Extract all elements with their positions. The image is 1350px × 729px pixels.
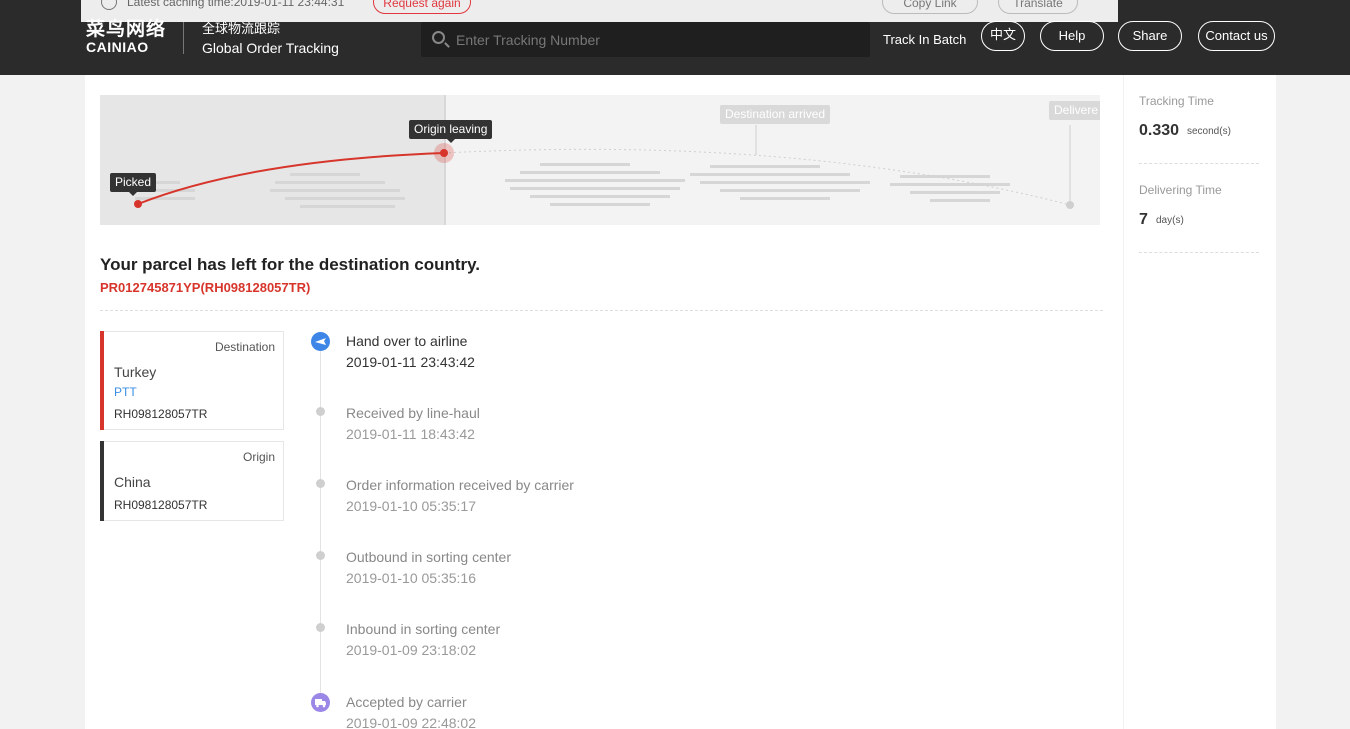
destination-type-label: Destination: [214, 340, 275, 354]
timeline-dot: [316, 479, 325, 488]
tracking-number: PR012745871YP(RH098128057TR): [100, 280, 311, 295]
tracking-number-input[interactable]: [456, 22, 856, 57]
timeline-event-title: Order information received by carrier: [346, 477, 574, 493]
logo-english: CAINIAO: [86, 39, 149, 55]
delivered-point: [1066, 201, 1074, 209]
picked-point: [134, 200, 142, 208]
language-button[interactable]: 中文: [981, 21, 1025, 51]
search-icon[interactable]: [432, 31, 445, 44]
copy-link-button[interactable]: Copy Link: [882, 0, 978, 14]
share-button[interactable]: Share: [1118, 21, 1182, 51]
timeline-event-title: Accepted by carrier: [346, 694, 467, 710]
cache-notice-bar: Latest caching time:2019-01-11 23:44:31 …: [81, 0, 1118, 22]
timeline-event-title: Hand over to airline: [346, 333, 468, 349]
timeline-dot: [316, 623, 325, 632]
request-again-button[interactable]: Request again: [373, 0, 471, 14]
origin-type-label: Origin: [242, 450, 275, 464]
timeline-event-time: 2019-01-10 05:35:16: [346, 570, 476, 586]
timeline-event-time: 2019-01-11 18:43:42: [346, 426, 475, 442]
timeline-event-title: Received by line-haul: [346, 405, 480, 421]
origin-accent-bar: [100, 441, 104, 521]
tracking-time-label: Tracking Time: [1139, 94, 1214, 108]
destination-carrier-link[interactable]: PTT: [114, 385, 137, 399]
destination-card: Destination Turkey PTT RH098128057TR: [100, 331, 284, 430]
translate-button[interactable]: Translate: [998, 0, 1078, 14]
contact-us-button[interactable]: Contact us: [1198, 21, 1275, 51]
plane-icon: [311, 332, 330, 351]
origin-number: RH098128057TR: [114, 498, 208, 512]
delivering-time-label: Delivering Time: [1139, 183, 1222, 197]
search-box: [421, 22, 870, 57]
timeline-event-time: 2019-01-11 23:43:42: [346, 354, 475, 370]
top-header: Latest caching time:2019-01-11 23:44:31 …: [0, 0, 1350, 75]
step-delivered-label: Delivere: [1049, 101, 1100, 120]
world-map-dots: [120, 163, 1010, 208]
logo-chinese: 菜鸟网络: [86, 18, 167, 40]
truck-icon: [311, 693, 330, 712]
timeline-line: [320, 347, 321, 707]
parcel-status-title: Your parcel has left for the destination…: [100, 255, 481, 274]
traveled-route: [137, 152, 445, 205]
site-subtitle: 全球物流跟踪 Global Order Tracking: [202, 21, 339, 57]
cache-time-text: Latest caching time:2019-01-11 23:44:31: [127, 0, 345, 9]
timeline-event-time: 2019-01-10 05:35:17: [346, 498, 476, 514]
delivering-time-value: 7: [1139, 211, 1148, 228]
tracking-time-unit: second(s): [1187, 126, 1231, 137]
track-in-batch-link[interactable]: Track In Batch: [883, 32, 966, 47]
destination-number: RH098128057TR: [114, 407, 208, 421]
subtitle-chinese: 全球物流跟踪: [202, 22, 281, 37]
stats-divider: [1139, 163, 1259, 164]
timeline-event-time: 2019-01-09 23:18:02: [346, 642, 476, 658]
destination-country: Turkey: [114, 364, 157, 380]
subtitle-english: Global Order Tracking: [202, 40, 339, 56]
timeline-event-title: Outbound in sorting center: [346, 549, 511, 565]
timeline-dot: [316, 407, 325, 416]
logo-divider: [183, 22, 184, 54]
timeline-event-time: 2019-01-09 22:48:02: [346, 715, 476, 729]
tracking-main-panel: Picked Origin leaving Destination arrive…: [85, 75, 1123, 729]
origin-country: China: [114, 474, 151, 490]
section-divider: [100, 310, 1103, 311]
clock-icon: [101, 0, 117, 10]
progress-map: Picked Origin leaving Destination arrive…: [100, 95, 1100, 225]
destination-accent-bar: [100, 331, 104, 430]
timeline-event-title: Inbound in sorting center: [346, 621, 501, 637]
route-map-graphic: [120, 125, 1074, 209]
delivering-time-unit: day(s): [1156, 215, 1184, 226]
stats-divider: [1139, 252, 1259, 253]
step-origin-leaving-label: Origin leaving: [409, 120, 493, 143]
tracking-time-value: 0.330: [1139, 122, 1180, 139]
help-button[interactable]: Help: [1040, 21, 1104, 51]
origin-leaving-point: [440, 149, 448, 157]
origin-card: Origin China RH098128057TR: [100, 441, 284, 521]
timeline-dot: [316, 551, 325, 560]
stats-panel: Tracking Time 0.330 second(s) Delivering…: [1124, 75, 1276, 729]
step-destination-arrived-label: Destination arrived: [720, 105, 831, 124]
step-picked-label: Picked: [110, 173, 157, 196]
cainiao-logo[interactable]: 菜鸟网络 CAINIAO: [86, 18, 167, 55]
